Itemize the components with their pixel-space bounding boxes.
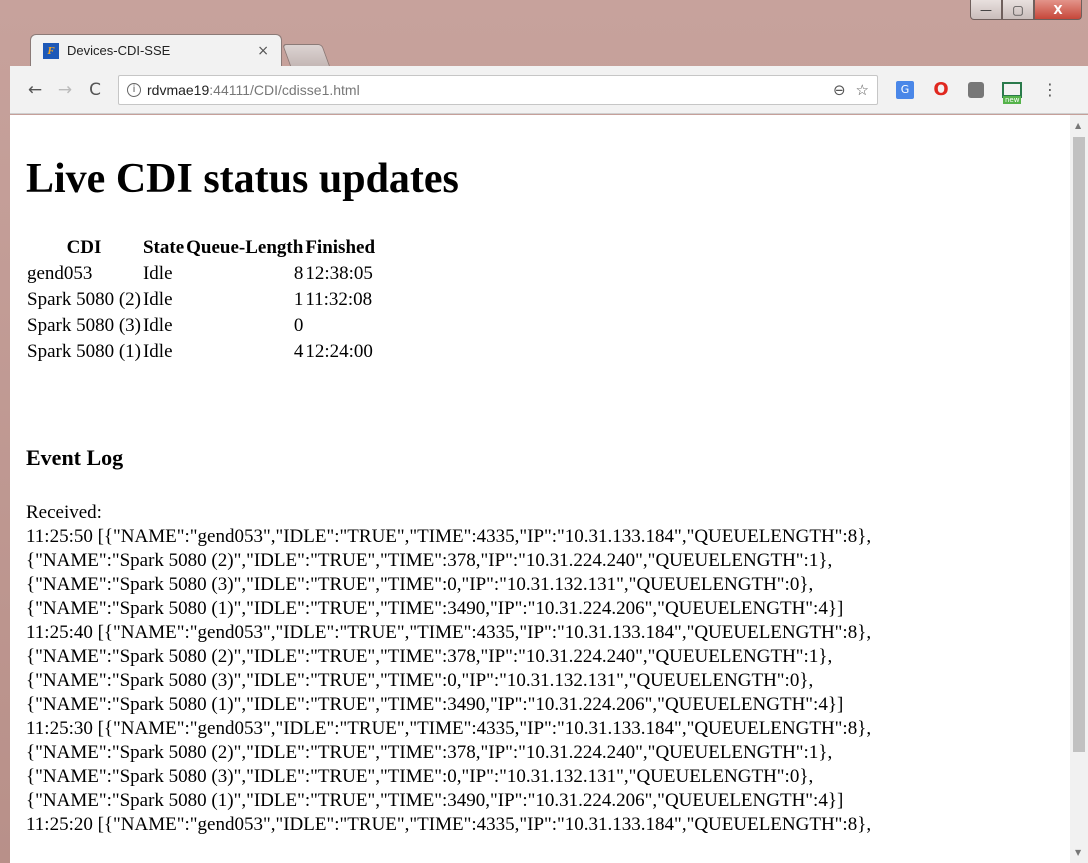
cdi-status-table: CDI State Queue-Length Finished gend053 … <box>26 235 376 365</box>
received-label: Received: <box>26 502 102 523</box>
vertical-scrollbar[interactable]: ▲ ▼ <box>1070 115 1088 863</box>
table-row: Spark 5080 (1) Idle 4 12:24:00 <box>26 339 376 365</box>
event-log-title: Event Log <box>26 445 124 470</box>
log-line: {"NAME":"Spark 5080 (3)","IDLE":"TRUE","… <box>26 574 814 595</box>
cell-cdi: Spark 5080 (1) <box>27 341 141 362</box>
log-line: {"NAME":"Spark 5080 (1)","IDLE":"TRUE","… <box>26 790 844 811</box>
log-line: 11:25:30 [{"NAME":"gend053","IDLE":"TRUE… <box>26 718 872 739</box>
log-line: 11:25:20 [{"NAME":"gend053","IDLE":"TRUE… <box>26 814 872 835</box>
cell-cdi: Spark 5080 (3) <box>27 315 141 336</box>
table-row: Spark 5080 (2) Idle 1 11:32:08 <box>26 287 376 313</box>
browser-toolbar: ← → C i rdvmae19:44111/CDI/cdisse1.html … <box>10 66 1088 114</box>
address-bar[interactable]: i rdvmae19:44111/CDI/cdisse1.html ⊖ ☆ <box>118 74 878 105</box>
log-line: {"NAME":"Spark 5080 (1)","IDLE":"TRUE","… <box>26 694 844 715</box>
new-tab-button[interactable] <box>281 44 331 66</box>
column-header: State <box>142 237 185 258</box>
scroll-down-icon[interactable]: ▼ <box>1075 848 1081 857</box>
event-log: Received: 11:25:50 [{"NAME":"gend053","I… <box>26 501 1070 837</box>
log-line: {"NAME":"Spark 5080 (3)","IDLE":"TRUE","… <box>26 766 814 787</box>
tab-devices-cdi-sse[interactable]: F Devices-CDI-SSE × <box>30 34 282 66</box>
cell-finished: 12:38:05 <box>305 263 373 284</box>
cell-queue-length: 1 <box>293 289 304 310</box>
log-line: 11:25:40 [{"NAME":"gend053","IDLE":"TRUE… <box>26 622 872 643</box>
page-title: Live CDI status updates <box>26 156 459 202</box>
cell-finished: 11:32:08 <box>305 289 373 310</box>
cell-queue-length: 4 <box>293 341 304 362</box>
table-header-row: CDI State Queue-Length Finished <box>26 235 376 261</box>
browser-menu-icon[interactable]: ⋮ <box>1042 80 1058 99</box>
log-line: {"NAME":"Spark 5080 (2)","IDLE":"TRUE","… <box>26 742 833 763</box>
zoom-icon[interactable]: ⊖ <box>833 81 846 99</box>
cell-finished <box>304 313 376 339</box>
cell-state: Idle <box>142 341 173 362</box>
cell-queue-length: 0 <box>293 315 304 336</box>
translate-extension-icon[interactable]: G <box>896 80 914 99</box>
reload-button[interactable]: C <box>82 77 108 103</box>
window-controls: — ▢ X <box>970 0 1082 20</box>
minimize-button[interactable]: — <box>970 0 1002 20</box>
close-window-button[interactable]: X <box>1034 0 1082 20</box>
scroll-up-icon[interactable]: ▲ <box>1075 121 1081 130</box>
cell-queue-length: 8 <box>293 263 304 284</box>
tab-title: Devices-CDI-SSE <box>67 43 171 58</box>
log-line: {"NAME":"Spark 5080 (3)","IDLE":"TRUE","… <box>26 670 814 691</box>
cell-state: Idle <box>142 315 173 336</box>
cell-state: Idle <box>142 289 173 310</box>
cell-cdi: Spark 5080 (2) <box>27 289 141 310</box>
tab-close-icon[interactable]: × <box>257 43 269 59</box>
cell-finished: 12:24:00 <box>305 341 373 362</box>
cell-cdi: gend053 <box>27 263 93 284</box>
site-info-icon[interactable]: i <box>127 82 141 97</box>
column-header: Finished <box>305 237 376 258</box>
page-content: Live CDI status updates CDI State Queue-… <box>10 115 1070 863</box>
forward-button[interactable]: → <box>52 77 78 103</box>
url-host: rdvmae19 <box>147 81 210 98</box>
bookmark-star-icon[interactable]: ☆ <box>856 81 869 99</box>
log-line: {"NAME":"Spark 5080 (2)","IDLE":"TRUE","… <box>26 646 833 667</box>
extension-square-icon[interactable] <box>968 81 984 98</box>
log-line: {"NAME":"Spark 5080 (2)","IDLE":"TRUE","… <box>26 550 833 571</box>
cell-state: Idle <box>142 263 173 284</box>
new-badge: new <box>1003 95 1022 104</box>
scrollbar-thumb[interactable] <box>1073 137 1085 752</box>
screen-capture-extension-icon[interactable]: new <box>1002 81 1022 104</box>
favicon-icon: F <box>43 42 59 59</box>
back-button[interactable]: ← <box>22 77 48 103</box>
maximize-button[interactable]: ▢ <box>1002 0 1034 20</box>
log-line: 11:25:50 [{"NAME":"gend053","IDLE":"TRUE… <box>26 526 872 547</box>
column-header: Queue-Length <box>186 237 304 258</box>
log-line: {"NAME":"Spark 5080 (1)","IDLE":"TRUE","… <box>26 598 844 619</box>
table-row: gend053 Idle 8 12:38:05 <box>26 261 376 287</box>
column-header: CDI <box>66 237 102 258</box>
opera-extension-icon[interactable]: O <box>932 79 950 100</box>
url-path: :44111/CDI/cdisse1.html <box>209 81 360 98</box>
table-row: Spark 5080 (3) Idle 0 <box>26 313 376 339</box>
